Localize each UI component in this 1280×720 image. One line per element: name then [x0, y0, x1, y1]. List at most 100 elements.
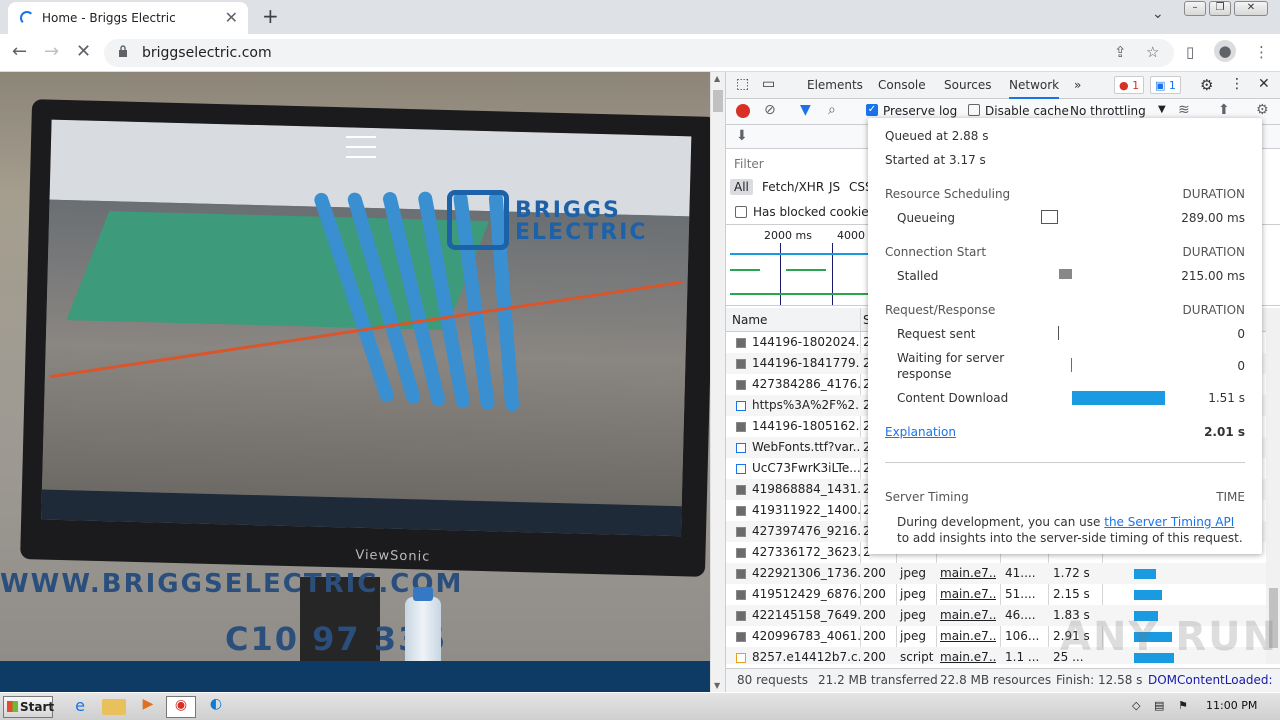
- tab-sources[interactable]: Sources: [944, 78, 991, 92]
- server-timing-api-link[interactable]: the Server Timing API: [1104, 515, 1234, 529]
- devtools-kebab-icon[interactable]: ⋮: [1230, 76, 1244, 92]
- page-scroll-thumb[interactable]: [713, 90, 723, 112]
- request-name: 8257.e14412b7.c...: [752, 650, 860, 664]
- image-file-icon: [736, 590, 746, 600]
- settings-gear-icon[interactable]: ⚙: [1200, 76, 1213, 94]
- more-tabs-icon[interactable]: »: [1074, 78, 1081, 92]
- close-window-icon[interactable]: ✕: [1234, 1, 1268, 16]
- server-timing-text-2: to add insights into the server-side tim…: [897, 531, 1243, 545]
- forward-icon[interactable]: →: [44, 41, 59, 62]
- network-scrollbar[interactable]: [1266, 308, 1280, 664]
- type-fetch-xhr[interactable]: Fetch/XHR: [762, 180, 824, 194]
- search-icon[interactable]: ⌕: [828, 102, 836, 118]
- minimize-icon[interactable]: –: [1184, 1, 1206, 16]
- address-bar[interactable]: briggselectric.com: [104, 39, 1174, 67]
- table-row[interactable]: 422921306_1736... 200 jpeg main.e7... 41....…: [726, 563, 1266, 584]
- explanation-link[interactable]: Explanation: [885, 425, 956, 439]
- chrome-taskbar-icon[interactable]: ◉: [166, 696, 196, 718]
- restore-icon[interactable]: ❐: [1209, 1, 1231, 16]
- close-devtools-icon[interactable]: ✕: [1258, 76, 1270, 92]
- inspect-element-icon[interactable]: ⬚: [736, 76, 749, 92]
- request-sent-label: Request sent: [897, 327, 976, 341]
- error-count-badge[interactable]: ● 1: [1114, 76, 1145, 94]
- waterfall-bar: [1134, 590, 1162, 600]
- clock: 11:00 PM: [1206, 699, 1258, 712]
- start-button[interactable]: Start: [3, 696, 54, 718]
- error-count: 1: [1132, 79, 1140, 92]
- image-file-icon: [736, 611, 746, 621]
- type-js[interactable]: JS: [829, 180, 840, 194]
- server-timing-text-1: During development, you can use: [897, 515, 1105, 529]
- throttling-chevron-icon[interactable]: ▼: [1158, 104, 1166, 115]
- preserve-log-checkbox[interactable]: ✓: [866, 104, 878, 116]
- type-all[interactable]: All: [730, 179, 753, 195]
- hero-monitor-image: ViewSonic: [20, 99, 710, 577]
- throttling-select[interactable]: No throttling: [1070, 104, 1146, 118]
- briggs-logo-mark[interactable]: [447, 190, 509, 250]
- request-name: WebFonts.ttf?var...: [752, 440, 860, 454]
- disable-cache-checkbox[interactable]: [968, 104, 980, 116]
- clear-icon[interactable]: ⊘: [764, 102, 776, 118]
- tab-search-chevron-icon[interactable]: ⌄: [1152, 6, 1164, 22]
- device-toolbar-icon[interactable]: ▭: [762, 76, 775, 92]
- close-tab-icon[interactable]: ✕: [225, 8, 238, 27]
- hamburger-menu-icon[interactable]: [346, 136, 376, 158]
- request-type: script: [900, 650, 934, 664]
- media-player-icon[interactable]: ▶: [136, 696, 160, 718]
- tray-icon[interactable]: ◇: [1132, 699, 1140, 712]
- loading-spinner-icon: [20, 11, 34, 25]
- share-icon[interactable]: ⇪: [1114, 43, 1127, 61]
- resources-size: 22.8 MB resources: [940, 673, 1052, 687]
- image-file-icon: [736, 569, 746, 579]
- bookmark-star-icon[interactable]: ☆: [1146, 43, 1159, 61]
- edge-icon[interactable]: ◐: [204, 696, 228, 718]
- explorer-folder-icon[interactable]: [102, 699, 126, 715]
- briggs-logo-text[interactable]: BRIGGS ELECTRIC: [515, 200, 648, 244]
- browser-tab[interactable]: Home - Briggs Electric ✕: [8, 2, 248, 34]
- table-row[interactable]: 419512429_6876... 200 jpeg main.e7... 51....…: [726, 584, 1266, 605]
- menu-kebab-icon[interactable]: ⋮: [1254, 43, 1269, 61]
- column-name[interactable]: Name: [732, 313, 767, 327]
- back-icon[interactable]: ←: [12, 41, 27, 62]
- filter-funnel-icon[interactable]: ▼: [800, 102, 811, 118]
- request-initiator[interactable]: main.e7...: [940, 626, 996, 647]
- monitor-brand: ViewSonic: [355, 547, 431, 565]
- network-conditions-icon[interactable]: ≋: [1178, 102, 1190, 118]
- scroll-up-icon[interactable]: ▲: [714, 74, 720, 83]
- new-tab-icon[interactable]: +: [262, 4, 279, 28]
- request-initiator[interactable]: main.e7...: [940, 584, 996, 605]
- tab-elements[interactable]: Elements: [807, 78, 863, 92]
- request-initiator[interactable]: main.e7...: [940, 647, 996, 664]
- request-name: 419868884_1431...: [752, 482, 860, 496]
- tab-network[interactable]: Network: [1009, 78, 1060, 99]
- import-har-icon[interactable]: ⬆: [1218, 102, 1230, 118]
- ie-icon[interactable]: e: [68, 696, 92, 718]
- network-settings-icon[interactable]: ⚙: [1256, 102, 1269, 118]
- preserve-log-label: Preserve log: [883, 104, 958, 118]
- finish-time: Finish: 12.58 s: [1056, 673, 1143, 687]
- started-at: Started at 3.17 s: [885, 153, 986, 167]
- page-scrollbar[interactable]: ▲ ▼: [710, 72, 725, 692]
- record-icon[interactable]: [736, 104, 750, 118]
- message-count-badge[interactable]: ▣ 1: [1150, 76, 1181, 94]
- scroll-down-icon[interactable]: ▼: [714, 681, 720, 690]
- network-tray-icon[interactable]: ▤: [1154, 699, 1164, 712]
- side-panel-icon[interactable]: ▯: [1186, 43, 1194, 61]
- tab-title: Home - Briggs Electric: [42, 11, 176, 25]
- image-file-icon: [736, 359, 746, 369]
- blocked-cookies-checkbox[interactable]: [735, 206, 747, 218]
- waiting-label: Waiting for server response: [897, 351, 1005, 381]
- request-initiator[interactable]: main.e7...: [940, 605, 996, 626]
- profile-avatar-icon[interactable]: ●: [1214, 40, 1236, 62]
- image-file-icon: [736, 506, 746, 516]
- export-har-icon[interactable]: ⬇: [736, 128, 748, 144]
- flag-tray-icon[interactable]: ⚑: [1178, 699, 1188, 712]
- tab-console[interactable]: Console: [878, 78, 926, 92]
- stalled-bar: [1059, 269, 1072, 279]
- request-initiator[interactable]: main.e7...: [940, 563, 996, 584]
- request-name: 144196-1802024...: [752, 335, 860, 349]
- request-type: jpeg: [900, 587, 926, 601]
- stop-loading-icon[interactable]: ✕: [76, 41, 91, 62]
- duration-header: DURATION: [1182, 245, 1245, 259]
- filter-input[interactable]: [730, 154, 866, 174]
